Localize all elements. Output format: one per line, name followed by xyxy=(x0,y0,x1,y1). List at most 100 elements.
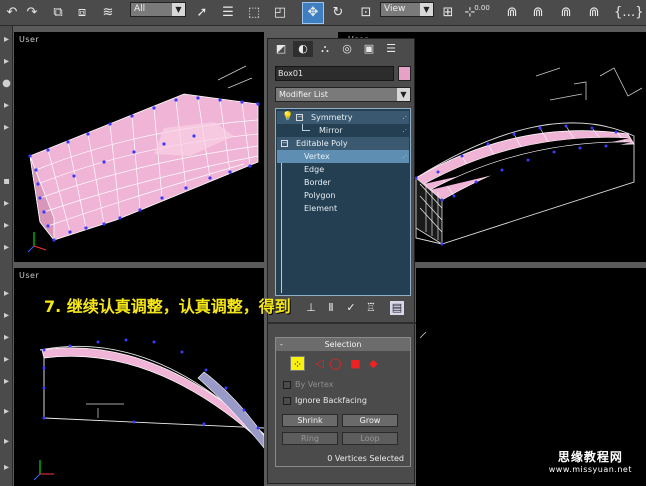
axis-tripod xyxy=(33,460,54,481)
stack-item-element[interactable]: Element xyxy=(277,202,409,215)
checkbox-box xyxy=(283,381,291,389)
checkbox-box xyxy=(283,397,291,405)
selection-rollout: - Selection ⁘ ◁ ◯ ■ ◆ By Vertex Ignore B… xyxy=(275,337,411,467)
window-crossing-icon[interactable]: ◰ xyxy=(270,3,290,23)
stack-item-label: Vertex xyxy=(304,152,330,161)
rectangular-region-icon[interactable]: ⬚ xyxy=(244,3,264,23)
expand-toggle-icon[interactable]: − xyxy=(296,114,303,121)
rollout-title: Selection xyxy=(324,340,362,349)
strip-icon[interactable]: ▸ xyxy=(1,436,12,447)
link-icon[interactable]: ⧉ xyxy=(48,3,68,23)
reference-coordinate-dropdown[interactable]: View ▼ xyxy=(380,2,434,17)
stack-item-options-icon: . · xyxy=(402,152,407,160)
strip-icon[interactable]: ▸ xyxy=(1,406,12,417)
border-mode-button[interactable]: ◯ xyxy=(328,356,343,371)
stack-item-border[interactable]: Border xyxy=(277,176,409,189)
left-tool-strip: ▸ ▸ ● ▸ ▸ ▪ ▸ ▸ ▸ ▸ ▸ ▸ ▸ ▸ ▸ ▸ ▸ xyxy=(0,26,13,486)
rotate-icon[interactable]: ↻ xyxy=(328,3,348,23)
stack-item-polygon[interactable]: Polygon xyxy=(277,189,409,202)
polygon-mode-button[interactable]: ■ xyxy=(348,356,363,371)
selection-rollout-header[interactable]: - Selection xyxy=(276,338,410,351)
pivot-center-icon[interactable]: ⊞ xyxy=(438,3,458,23)
select-object-icon[interactable]: ➚ xyxy=(192,3,212,23)
stack-item-label: Editable Poly xyxy=(296,139,348,148)
strip-icon[interactable]: ▸ xyxy=(1,100,12,111)
element-mode-button[interactable]: ◆ xyxy=(366,356,381,371)
strip-icon[interactable]: ▸ xyxy=(1,354,12,365)
mesh-view-bottom-right xyxy=(417,331,427,357)
expand-toggle-icon[interactable]: − xyxy=(281,140,288,147)
collapse-icon: - xyxy=(280,340,283,349)
strip-icon[interactable]: ▸ xyxy=(1,376,12,387)
strip-icon[interactable]: ▸ xyxy=(1,198,12,209)
modify-tab-icon[interactable]: ◐ xyxy=(293,41,313,57)
edge-mode-button[interactable]: ◁ xyxy=(312,356,327,371)
bind-space-warp-icon[interactable]: ≋ xyxy=(98,3,118,23)
motion-tab-icon[interactable]: ◎ xyxy=(337,41,357,57)
loop-button[interactable]: Loop xyxy=(342,432,398,445)
checkbox-label: By Vertex xyxy=(295,380,334,389)
create-tab-icon[interactable]: ◩ xyxy=(271,41,291,57)
grow-button[interactable]: Grow xyxy=(342,414,398,427)
ring-button[interactable]: Ring xyxy=(282,432,338,445)
watermark-name: 思缘教程网 xyxy=(557,450,623,464)
vertex-mode-button[interactable]: ⁘ xyxy=(290,356,305,371)
display-tab-icon[interactable]: ▣ xyxy=(359,41,379,57)
strip-icon[interactable]: ▸ xyxy=(1,332,12,343)
strip-icon[interactable]: ▪ xyxy=(1,176,12,187)
selection-filter-value: All xyxy=(134,4,146,14)
stack-item-editable-poly[interactable]: − Editable Poly xyxy=(277,137,409,150)
pin-stack-icon[interactable]: ⊥ xyxy=(304,301,318,315)
select-by-name-icon[interactable]: ☰ xyxy=(218,3,238,23)
object-color-swatch[interactable] xyxy=(398,66,411,81)
make-unique-icon[interactable]: ✓ xyxy=(344,301,358,315)
unlink-icon[interactable]: ⧈ xyxy=(72,3,92,23)
selection-status: 0 Vertices Selected xyxy=(327,454,404,463)
strip-icon[interactable]: ▸ xyxy=(1,34,12,45)
stack-item-mirror[interactable]: Mirror . · xyxy=(277,124,409,137)
strip-icon[interactable]: ▸ xyxy=(1,220,12,231)
stack-item-label: Element xyxy=(304,204,338,213)
object-name-input[interactable]: Box01 xyxy=(275,66,394,81)
move-icon[interactable]: ✥ xyxy=(302,2,324,24)
modifier-list-dropdown[interactable]: Modifier List ▼ xyxy=(275,87,411,102)
strip-icon[interactable]: ▸ xyxy=(1,288,12,299)
spinner-snap-value: 0.00 xyxy=(474,4,490,12)
strip-icon[interactable]: ▸ xyxy=(1,122,12,133)
strip-icon[interactable]: ▸ xyxy=(1,310,12,321)
viewport-top-left[interactable]: User xyxy=(14,32,264,262)
stack-item-symmetry[interactable]: 💡 − Symmetry . · xyxy=(277,111,409,124)
remove-modifier-icon[interactable]: ♖ xyxy=(364,301,378,315)
shrink-button[interactable]: Shrink xyxy=(282,414,338,427)
viewport-label: User xyxy=(19,35,40,44)
edit-named-selection-icon[interactable]: {…} xyxy=(614,3,644,23)
redo-icon[interactable]: ↷ xyxy=(22,3,42,23)
watermark-url: www.missyuan.net xyxy=(548,465,632,474)
configure-modifier-sets-icon[interactable]: ▤ xyxy=(390,301,404,315)
angle-snap-icon[interactable]: ⋒ xyxy=(528,3,548,23)
viewport-label: User xyxy=(19,271,40,280)
ignore-backfacing-checkbox[interactable]: Ignore Backfacing xyxy=(283,395,403,407)
strip-icon[interactable]: ● xyxy=(1,78,12,89)
stack-item-options-icon: . · xyxy=(402,113,407,121)
chevron-down-icon: ▼ xyxy=(397,88,410,101)
selection-filter-dropdown[interactable]: All ▼ xyxy=(130,2,186,17)
snap-toggle-icon[interactable]: ⋒ xyxy=(502,3,522,23)
by-vertex-checkbox[interactable]: By Vertex xyxy=(283,379,403,391)
lightbulb-icon[interactable]: 💡 xyxy=(282,111,293,124)
spinner-snap-icon[interactable]: ⋒ xyxy=(584,3,604,23)
hierarchy-tab-icon[interactable]: ⛬ xyxy=(315,41,335,57)
undo-icon[interactable]: ↶ xyxy=(2,3,22,23)
stack-item-vertex[interactable]: Vertex . · xyxy=(277,150,409,163)
scale-icon[interactable]: ⊡ xyxy=(356,3,376,23)
show-end-result-icon[interactable]: Ⅱ xyxy=(324,301,338,315)
tree-connector xyxy=(302,124,310,131)
utilities-tab-icon[interactable]: ☰ xyxy=(381,41,401,57)
percent-snap-icon[interactable]: ⋒ xyxy=(556,3,576,23)
stack-item-edge[interactable]: Edge xyxy=(277,163,409,176)
strip-icon[interactable]: ▸ xyxy=(1,56,12,67)
strip-icon[interactable]: ▸ xyxy=(1,462,12,473)
strip-icon[interactable]: ▸ xyxy=(1,242,12,253)
main-toolbar: ↶ ↷ ⧉ ⧈ ≋ All ▼ ➚ ☰ ⬚ ◰ ✥ ↻ ⊡ View ▼ ⊞ ⊹… xyxy=(0,0,646,26)
tutorial-caption: 7. 继续认真调整，认真调整，得到 xyxy=(44,297,291,316)
